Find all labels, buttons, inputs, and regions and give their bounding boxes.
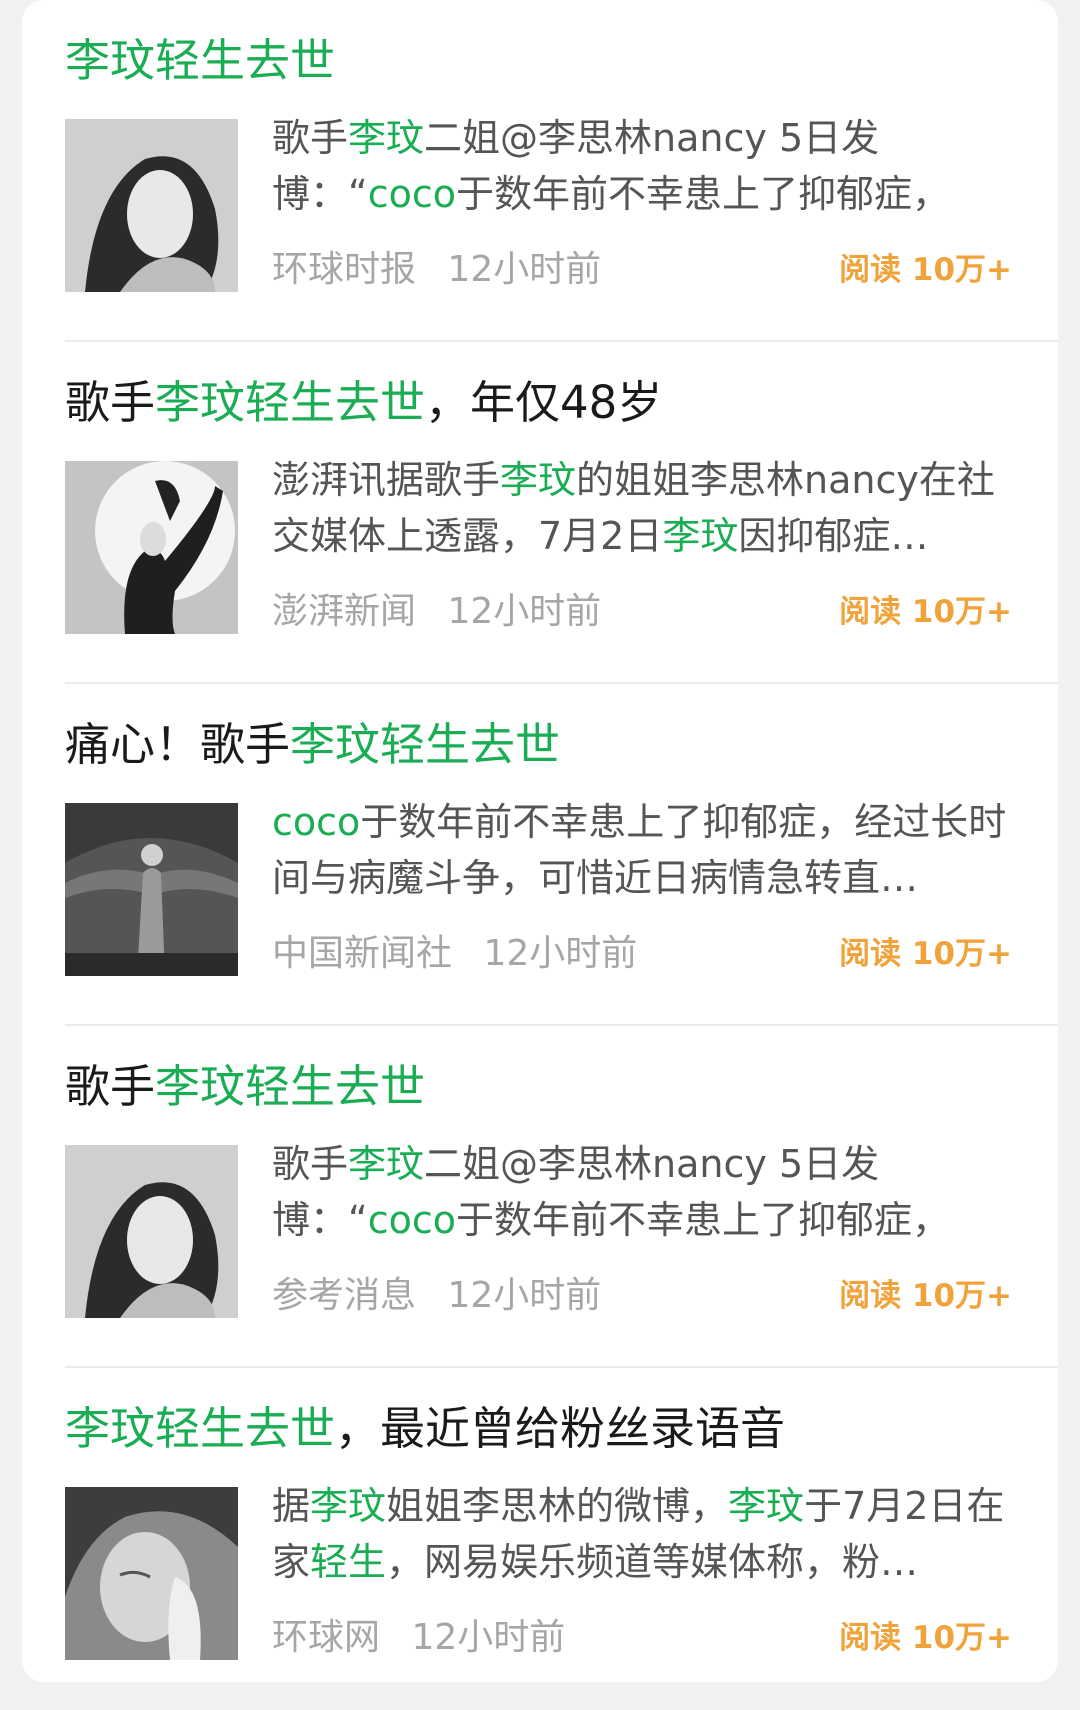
text-segment: ，年仅48岁 xyxy=(425,376,663,429)
text-segment: ，网易娱乐频道等媒体称，粉… xyxy=(386,1540,919,1584)
text-segment: 姐姐李思林的微博， xyxy=(386,1484,729,1528)
article-source: 参考消息 xyxy=(272,1275,417,1316)
article-time: 12小时前 xyxy=(447,591,602,632)
search-results-card: 李玟轻生去世 歌手李玟二姐@李思林nancy 5日发博：“coco于数年前不幸患… xyxy=(22,0,1058,1682)
highlight-keyword: 李玟 xyxy=(662,514,739,558)
text-segment: 歌手 xyxy=(65,376,156,429)
article-item[interactable]: 痛心！歌手李玟轻生去世 coco于数年前不幸患上了抑郁症，经过长时间与病魔斗争，… xyxy=(22,684,1058,1026)
article-title[interactable]: 李玟轻生去世 xyxy=(65,32,1025,90)
article-item[interactable]: 歌手李玟轻生去世，年仅48岁 澎湃讯据歌手李玟的姐姐李思林nancy在社交媒体上… xyxy=(22,342,1058,684)
article-meta: 参考消息 12小时前 阅读 10万+ xyxy=(272,1268,1012,1324)
article-thumbnail[interactable] xyxy=(65,1145,238,1318)
article-title[interactable]: 歌手李玟轻生去世，年仅48岁 xyxy=(65,374,1025,432)
text-segment: 歌手 xyxy=(65,1060,156,1113)
praying-photo-icon xyxy=(65,1487,238,1660)
article-meta: 环球时报 12小时前 阅读 10万+ xyxy=(272,242,1012,298)
performer-photo-icon xyxy=(65,461,238,634)
article-summary: 歌手李玟二姐@李思林nancy 5日发博：“coco于数年前不幸患上了抑郁症，经… xyxy=(272,1136,1012,1248)
article-time: 12小时前 xyxy=(447,249,602,290)
highlight-keyword: 李玟 xyxy=(500,458,577,502)
article-read-count: 阅读 10万+ xyxy=(839,252,1012,288)
article-summary: 澎湃讯据歌手李玟的姐姐李思林nancy在社交媒体上透露，7月2日李玟因抑郁症… xyxy=(272,452,1012,564)
article-meta: 澎湃新闻 12小时前 阅读 10万+ xyxy=(272,584,1012,640)
portrait-photo-icon xyxy=(65,119,238,292)
article-summary: 据李玟姐姐李思林的微博，李玟于7月2日在家轻生，网易娱乐频道等媒体称，粉… xyxy=(272,1478,1012,1590)
article-source: 环球时报 xyxy=(272,249,417,290)
highlight-keyword: 李玟 xyxy=(728,1484,805,1528)
text-segment: 据 xyxy=(272,1484,311,1528)
article-thumbnail[interactable] xyxy=(65,119,238,292)
highlight-keyword: coco xyxy=(272,800,361,844)
article-thumbnail[interactable] xyxy=(65,803,238,976)
article-summary: coco于数年前不幸患上了抑郁症，经过长时间与病魔斗争，可惜近日病情急转直… xyxy=(272,794,1012,906)
portrait-photo-icon xyxy=(65,1145,238,1318)
highlight-keyword: 李玟 xyxy=(348,1142,425,1186)
article-read-count: 阅读 10万+ xyxy=(839,1278,1012,1314)
article-source: 澎湃新闻 xyxy=(272,591,417,632)
text-segment: 因抑郁症… xyxy=(738,514,929,558)
highlight-keyword: 李玟轻生去世 xyxy=(290,718,561,771)
highlight-keyword: coco xyxy=(367,1198,456,1242)
article-source: 中国新闻社 xyxy=(272,933,453,974)
highlight-keyword: 轻生 xyxy=(310,1540,387,1584)
article-meta: 环球网 12小时前 阅读 10万+ xyxy=(272,1610,1012,1666)
article-time: 12小时前 xyxy=(447,1275,602,1316)
article-read-count: 阅读 10万+ xyxy=(839,1620,1012,1656)
article-read-count: 阅读 10万+ xyxy=(839,594,1012,630)
article-meta: 中国新闻社 12小时前 阅读 10万+ xyxy=(272,926,1012,982)
highlight-keyword: 李玟 xyxy=(348,116,425,160)
highlight-keyword: coco xyxy=(367,172,456,216)
article-time: 12小时前 xyxy=(483,933,638,974)
stage-photo-icon xyxy=(65,803,238,976)
article-thumbnail[interactable] xyxy=(65,1487,238,1660)
text-segment: 歌手 xyxy=(272,116,349,160)
article-read-count: 阅读 10万+ xyxy=(839,936,1012,972)
article-title[interactable]: 痛心！歌手李玟轻生去世 xyxy=(65,716,1025,774)
article-item[interactable]: 李玟轻生去世 歌手李玟二姐@李思林nancy 5日发博：“coco于数年前不幸患… xyxy=(22,0,1058,342)
article-item[interactable]: 李玟轻生去世，最近曾给粉丝录语音 据李玟姐姐李思林的微博，李玟于7月2日在家轻生… xyxy=(22,1368,1058,1710)
text-segment: 歌手 xyxy=(272,1142,349,1186)
text-segment: ，最近曾给粉丝录语音 xyxy=(335,1402,786,1455)
article-thumbnail[interactable] xyxy=(65,461,238,634)
text-segment: 于数年前不幸患上了抑郁症，经过长时间与病魔斗争，可惜近日病情急转直… xyxy=(272,800,1007,900)
article-title[interactable]: 李玟轻生去世，最近曾给粉丝录语音 xyxy=(65,1400,1025,1458)
text-segment: 澎湃讯据歌手 xyxy=(272,458,501,502)
highlight-keyword: 李玟轻生去世 xyxy=(65,1402,336,1455)
highlight-keyword: 李玟轻生去世 xyxy=(155,1060,426,1113)
highlight-keyword: 李玟 xyxy=(310,1484,387,1528)
article-title[interactable]: 歌手李玟轻生去世 xyxy=(65,1058,1025,1116)
highlight-keyword: 李玟轻生去世 xyxy=(65,34,336,87)
text-segment: 痛心！歌手 xyxy=(65,718,291,771)
article-item[interactable]: 歌手李玟轻生去世 歌手李玟二姐@李思林nancy 5日发博：“coco于数年前不… xyxy=(22,1026,1058,1368)
article-time: 12小时前 xyxy=(411,1617,566,1658)
article-summary: 歌手李玟二姐@李思林nancy 5日发博：“coco于数年前不幸患上了抑郁症，经… xyxy=(272,110,1012,222)
highlight-keyword: 李玟轻生去世 xyxy=(155,376,426,429)
article-source: 环球网 xyxy=(272,1617,381,1658)
